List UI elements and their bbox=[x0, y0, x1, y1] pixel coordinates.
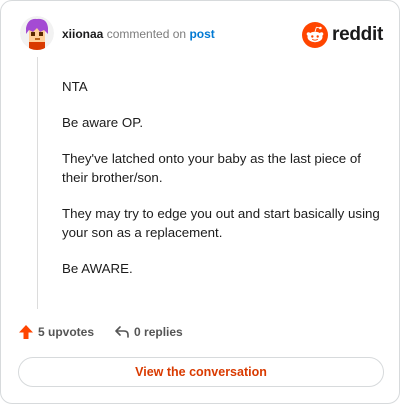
avatar[interactable] bbox=[20, 16, 54, 50]
comment-paragraph: They've latched onto your baby as the la… bbox=[62, 151, 361, 185]
reddit-brand[interactable]: reddit bbox=[302, 22, 383, 48]
reply-button[interactable]: 0 replies bbox=[114, 324, 183, 340]
reply-count: 0 replies bbox=[134, 325, 183, 339]
thread-line bbox=[37, 57, 38, 309]
comment-paragraph: They may try to edge you out and start b… bbox=[62, 206, 380, 240]
comment-body: NTA Be aware OP. They've latched onto yo… bbox=[62, 77, 382, 295]
upvote-arrow-icon bbox=[19, 325, 33, 339]
view-conversation-button[interactable]: View the conversation bbox=[18, 357, 384, 387]
comment-actions: 5 upvotes 0 replies bbox=[18, 321, 183, 343]
upvote-count: 5 upvotes bbox=[38, 325, 95, 339]
comment-paragraph: NTA bbox=[62, 79, 88, 94]
username[interactable]: xiionaa bbox=[62, 27, 103, 41]
commented-on-label: commented on bbox=[106, 27, 187, 41]
comment-header: xiionaa commented on post reddit bbox=[20, 16, 383, 52]
reply-arrow-icon bbox=[115, 326, 129, 338]
comment-paragraph: Be AWARE. bbox=[62, 261, 133, 276]
comment-meta: xiionaa commented on post bbox=[62, 27, 215, 41]
reddit-wordmark: reddit bbox=[332, 24, 383, 45]
comment-paragraph: Be aware OP. bbox=[62, 115, 144, 130]
reddit-snoo-icon bbox=[302, 22, 329, 48]
avatar-image bbox=[20, 16, 54, 50]
comment-embed-card: xiionaa commented on post reddit NTA Be … bbox=[0, 0, 400, 404]
upvote-button[interactable]: 5 upvotes bbox=[18, 324, 94, 340]
post-link[interactable]: post bbox=[189, 27, 214, 41]
